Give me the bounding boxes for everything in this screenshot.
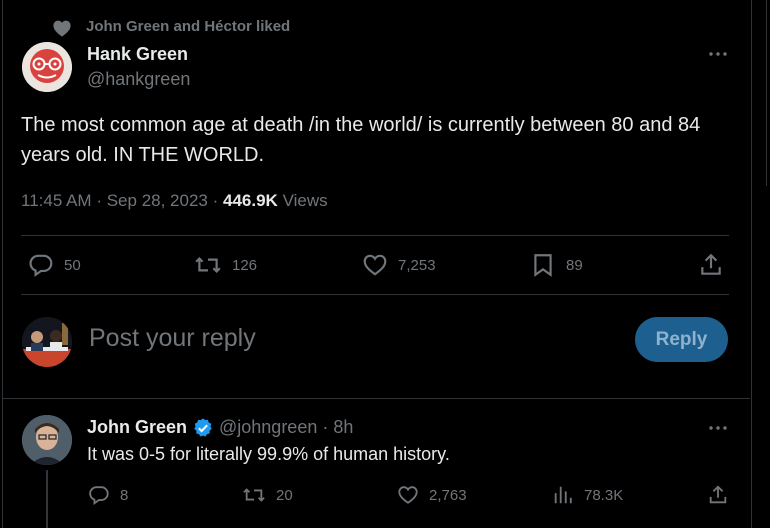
reply-author-name[interactable]: John Green [87,417,187,438]
meta-separator: · [212,191,219,210]
reply-bubble-icon [89,486,109,506]
user-avatar[interactable] [22,317,72,367]
right-edge-divider [766,0,767,186]
reply-reply-count: 8 [120,486,129,504]
author-avatar[interactable] [22,42,72,92]
bookmark-icon [534,254,552,277]
reply-input[interactable]: Post your reply [89,324,256,353]
share-icon [701,253,721,275]
heart-outline-icon [398,486,418,504]
repost-icon [195,257,221,273]
user-avatar-illustration [22,317,72,367]
bookmark-count: 89 [566,256,583,274]
handle-separator: · [322,417,329,437]
views-count: 446.9K [223,191,278,210]
reply-more-options-icon[interactable] [706,416,730,440]
heart-outline-icon [363,254,387,276]
reply-bubble-icon [29,254,53,277]
divider [21,235,729,236]
reply-count: 50 [64,256,81,274]
tweet-text: The most common age at death /in the wor… [21,114,701,166]
reply-text: It was 0-5 for literally 99.9% of human … [87,444,450,464]
reply-avatar-illustration [22,415,72,465]
tweet-meta: 11:45 AM · Sep 28, 2023 · 446.9K Views [21,191,328,211]
tweet-time[interactable]: 11:45 AM [21,191,92,210]
author-handle[interactable]: @hankgreen [87,69,190,90]
bookmark-action[interactable]: 89 [530,252,583,278]
reply-repost-count: 20 [276,486,293,504]
repost-action[interactable]: 126 [194,252,257,278]
social-context-text: John Green and Héctor liked [86,17,291,35]
repost-count: 126 [232,256,258,274]
more-options-icon[interactable] [706,42,730,66]
like-count: 7,253 [398,256,436,274]
verified-badge-icon [194,418,212,437]
meta-separator: · [96,191,102,210]
reply-author-avatar[interactable] [22,415,72,465]
tweet-date[interactable]: Sep 28, 2023 [107,191,208,210]
share-icon [709,485,727,504]
divider [21,294,729,295]
reply-share-action[interactable] [707,484,729,506]
repost-icon [243,488,265,502]
reply-age[interactable]: 8h [333,417,353,437]
like-action[interactable]: 7,253 [362,252,436,278]
reply-views-count: 78.3K [584,486,624,504]
reply-like-count: 2,763 [429,486,467,504]
reply-reply-action[interactable]: 8 [88,484,128,506]
heart-icon [53,20,71,37]
reply-like-action[interactable]: 2,763 [397,484,467,506]
reply-handle-text: @johngreen [219,417,318,437]
bar-chart-icon [554,486,572,504]
thread-line [46,470,48,528]
reply-action[interactable]: 50 [28,252,81,278]
reply-views-action[interactable]: 78.3K [552,484,623,506]
share-action[interactable] [698,252,724,278]
avatar-illustration [22,42,72,92]
views-label: Views [282,191,328,210]
social-context[interactable]: John Green and Héctor liked [52,15,290,37]
reply-repost-action[interactable]: 20 [242,484,293,506]
author-name[interactable]: Hank Green [87,44,188,65]
reply-author-handle[interactable]: @johngreen · 8h [219,417,353,438]
divider [2,398,750,399]
reply-button[interactable]: Reply [635,317,728,362]
